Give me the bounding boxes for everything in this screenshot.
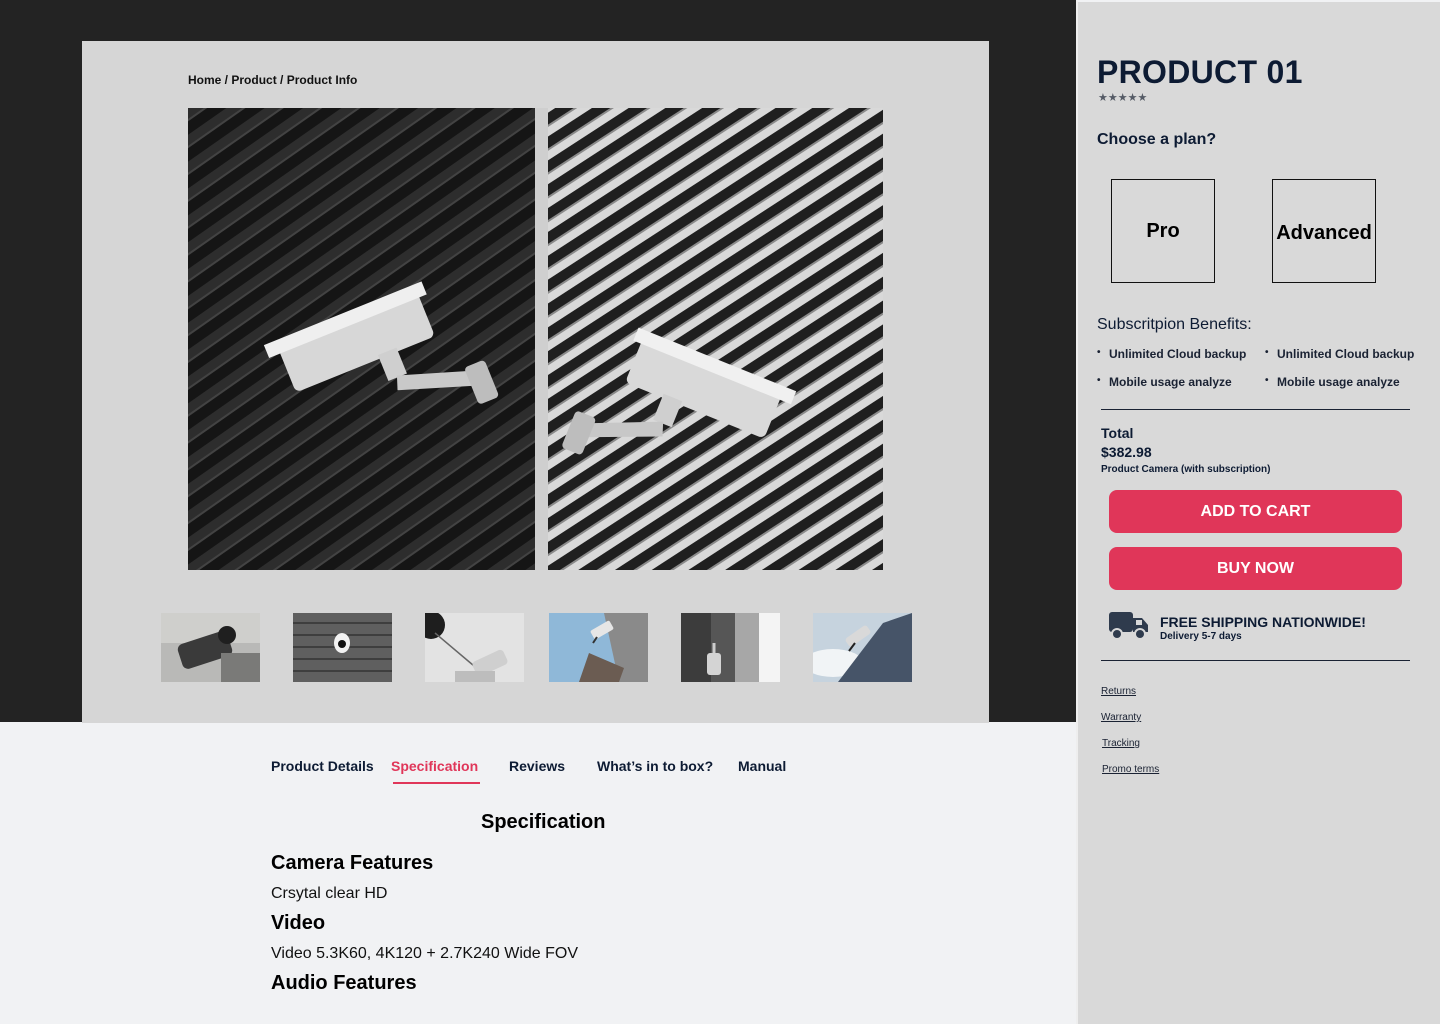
spec-title: Specification bbox=[481, 811, 606, 833]
truck-icon bbox=[1109, 610, 1149, 642]
purchase-panel: PRODUCT 01 ★★★★★ Choose a plan? Pro Adva… bbox=[1076, 0, 1440, 1024]
breadcrumb-separator: / bbox=[221, 73, 232, 87]
thumbnail-5[interactable] bbox=[681, 613, 780, 682]
breadcrumb: Home / Product / Product Info bbox=[188, 73, 357, 87]
benefit-item: Unlimited Cloud backup bbox=[1265, 347, 1414, 361]
plan-advanced-button[interactable]: Advanced bbox=[1272, 179, 1376, 283]
breadcrumb-product[interactable]: Product bbox=[231, 73, 276, 87]
divider bbox=[1101, 409, 1410, 410]
product-title: PRODUCT 01 bbox=[1097, 54, 1303, 90]
tab-reviews[interactable]: Reviews bbox=[509, 758, 565, 774]
buy-now-button[interactable]: BUY NOW bbox=[1109, 547, 1402, 590]
spec-heading: Camera Features bbox=[271, 852, 434, 874]
spec-heading: Video bbox=[271, 912, 326, 934]
total-description: Product Camera (with subscription) bbox=[1101, 464, 1271, 475]
main-product-image bbox=[188, 108, 883, 570]
spec-text: Crsytal clear HD bbox=[271, 885, 388, 902]
thumbnail-4[interactable] bbox=[549, 613, 648, 682]
tab-manual[interactable]: Manual bbox=[738, 758, 786, 774]
thumbnail-2[interactable] bbox=[293, 613, 392, 682]
shipping-title: FREE SHIPPING NATIONWIDE! bbox=[1160, 614, 1366, 630]
warranty-link[interactable]: Warranty bbox=[1101, 712, 1141, 723]
benefit-item: Mobile usage analyze bbox=[1265, 375, 1400, 389]
tab-product-details[interactable]: Product Details bbox=[271, 758, 374, 774]
breadcrumb-current: Product Info bbox=[286, 73, 358, 87]
breadcrumb-home[interactable]: Home bbox=[188, 73, 221, 87]
returns-link[interactable]: Returns bbox=[1101, 686, 1136, 697]
tab-whats-in-box[interactable]: What’s in to box? bbox=[597, 758, 713, 774]
total-price: $382.98 bbox=[1101, 444, 1152, 460]
tracking-link[interactable]: Tracking bbox=[1102, 738, 1140, 749]
thumbnail-strip bbox=[161, 613, 921, 683]
thumbnail-6[interactable] bbox=[813, 613, 912, 682]
spec-heading: Audio Features bbox=[271, 972, 417, 994]
divider bbox=[1101, 660, 1410, 661]
star-icon: ★★★★★ bbox=[1098, 92, 1148, 104]
security-camera-photo bbox=[188, 108, 883, 570]
spec-text: Video 5.3K60, 4K120 + 2.7K240 Wide FOV bbox=[271, 945, 579, 962]
promo-terms-link[interactable]: Promo terms bbox=[1102, 764, 1159, 775]
choose-plan-label: Choose a plan? bbox=[1097, 131, 1217, 148]
tab-specification[interactable]: Specification bbox=[391, 758, 481, 784]
breadcrumb-separator: / bbox=[276, 73, 287, 87]
gallery-card: Home / Product / Product Info bbox=[82, 41, 989, 723]
thumbnail-3[interactable] bbox=[425, 613, 524, 682]
benefit-item: Unlimited Cloud backup bbox=[1097, 347, 1246, 361]
benefits-title: Subscritpion Benefits: bbox=[1097, 316, 1252, 333]
plan-pro-button[interactable]: Pro bbox=[1111, 179, 1215, 283]
total-label: Total bbox=[1101, 425, 1134, 441]
thumbnail-1[interactable] bbox=[161, 613, 260, 682]
shipping-subtitle: Delivery 5-7 days bbox=[1160, 631, 1242, 642]
benefit-item: Mobile usage analyze bbox=[1097, 375, 1232, 389]
add-to-cart-button[interactable]: ADD TO CART bbox=[1109, 490, 1402, 533]
